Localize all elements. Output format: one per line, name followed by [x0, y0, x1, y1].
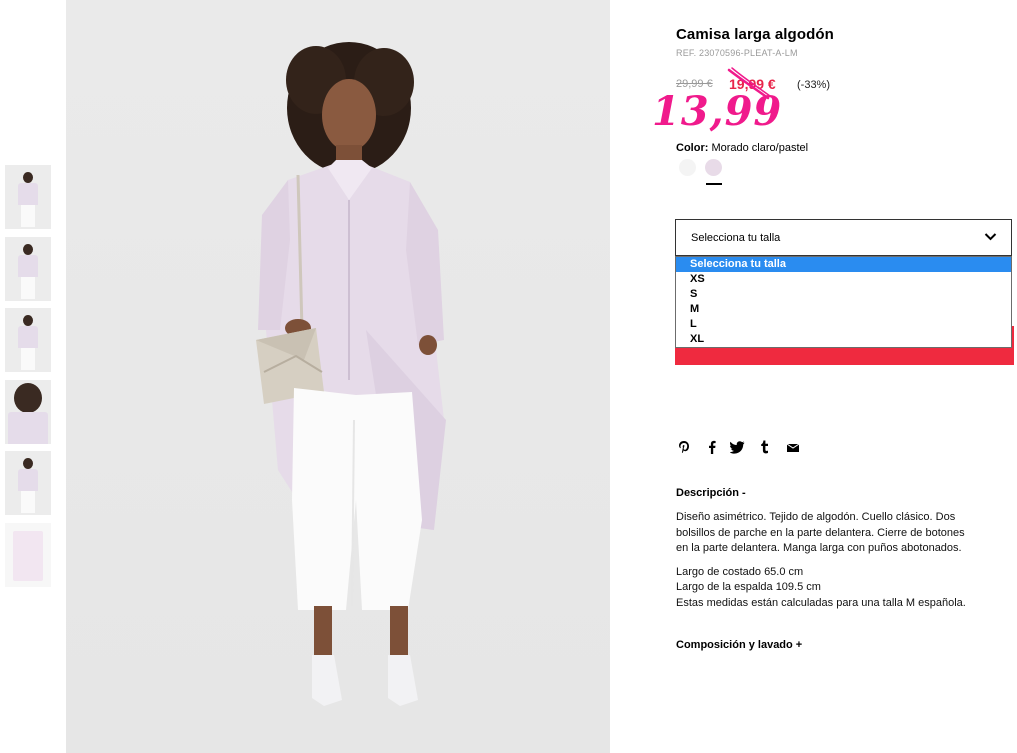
description-paragraph: Diseño asimétrico. Tejido de algodón. Cu… — [676, 510, 1006, 557]
tumblr-icon[interactable] — [756, 439, 772, 455]
thumbnail-6[interactable] — [5, 522, 51, 587]
size-option-xs[interactable]: XS — [676, 272, 1011, 287]
thumbnail-figure — [23, 458, 33, 469]
composition-toggle[interactable]: Composición y lavado + — [676, 639, 802, 651]
measurements: Largo de costado 65.0 cm Largo de la esp… — [676, 565, 1006, 612]
measurement-line: Largo de la espalda 109.5 cm — [676, 581, 821, 593]
product-reference: REF. 23070596-PLEAT-A-LM — [676, 48, 798, 58]
description-body: Diseño asimétrico. Tejido de algodón. Cu… — [676, 510, 1006, 619]
thumbnail-figure — [23, 243, 33, 255]
size-dropdown-list: Selecciona tu talla XS S M L XL — [675, 256, 1012, 348]
model-illustration — [256, 42, 446, 706]
description-line: en la parte delantera. Manga larga con p… — [676, 542, 962, 554]
selected-swatch-indicator — [706, 183, 722, 185]
size-option-placeholder[interactable]: Selecciona tu talla — [676, 257, 1011, 272]
thumbnail-2[interactable] — [5, 236, 51, 301]
main-product-image — [66, 0, 610, 753]
color-label-title: Color: — [676, 142, 709, 154]
size-select-value: Selecciona tu talla — [691, 232, 781, 244]
discount-badge: (-33%) — [797, 79, 831, 91]
email-icon[interactable] — [785, 439, 801, 455]
facebook-icon[interactable] — [704, 439, 720, 455]
thumbnail-figure — [23, 315, 33, 326]
twitter-icon[interactable] — [729, 439, 745, 455]
thumbnail-4[interactable] — [5, 379, 51, 444]
thumbnail-3[interactable] — [5, 308, 51, 372]
product-title: Camisa larga algodón — [676, 26, 834, 43]
handwritten-new-price: 13,99 — [652, 88, 783, 135]
chevron-down-icon — [984, 233, 997, 241]
description-toggle[interactable]: Descripción - — [676, 487, 746, 499]
thumbnail-5[interactable] — [5, 451, 51, 515]
thumbnail-shirt — [13, 530, 43, 581]
thumbnail-figure — [23, 172, 33, 183]
thumbnail-figure — [14, 382, 42, 413]
size-option-xl[interactable]: XL — [676, 332, 1011, 347]
measurement-line: Estas medidas están calculadas para una … — [676, 596, 966, 609]
description-line: Diseño asimétrico. Tejido de algodón. Cu… — [676, 511, 956, 523]
size-option-m[interactable]: M — [676, 302, 1011, 317]
color-swatch-lilac[interactable] — [705, 159, 722, 176]
color-label: Color: Morado claro/pastel — [676, 142, 808, 154]
size-option-l[interactable]: L — [676, 317, 1011, 332]
size-option-s[interactable]: S — [676, 287, 1011, 302]
color-swatch-white[interactable] — [679, 159, 696, 176]
thumbnail-gallery — [5, 165, 53, 594]
measurement-line: Largo de costado 65.0 cm — [676, 565, 804, 578]
description-line: bolsillos de parche en la parte delanter… — [676, 526, 965, 539]
pinterest-icon[interactable] — [676, 439, 692, 455]
size-select[interactable]: Selecciona tu talla — [675, 219, 1012, 256]
thumbnail-1[interactable] — [5, 165, 51, 229]
color-value: Morado claro/pastel — [711, 142, 809, 154]
